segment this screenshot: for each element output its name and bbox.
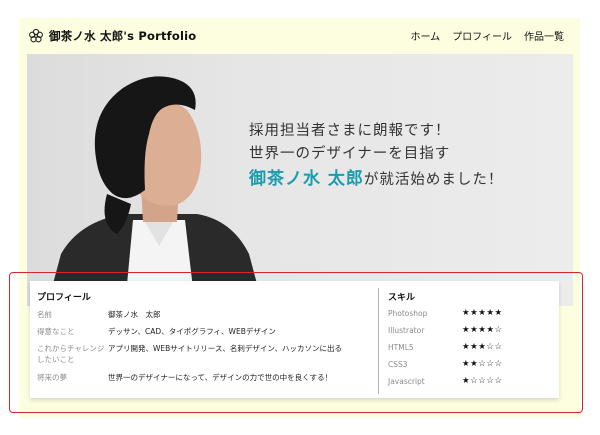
skill-rating-stars: ★★★☆☆ xyxy=(462,342,503,352)
nav-works-link[interactable]: 作品一覧 xyxy=(524,28,564,43)
nav-profile-link[interactable]: プロフィール xyxy=(452,28,512,43)
section-divider xyxy=(378,288,379,394)
hero-banner: 採用担当者さまに朗報です！ 世界一のデザイナーを目指す 御茶ノ水 太郎が就活始め… xyxy=(27,54,573,306)
hero-message: 採用担当者さまに朗報です！ 世界一のデザイナーを目指す 御茶ノ水 太郎が就活始め… xyxy=(249,120,503,193)
skill-name: Photoshop xyxy=(388,309,428,318)
hero-line-1: 採用担当者さまに朗報です！ xyxy=(249,123,451,139)
skill-name: Javascript xyxy=(388,377,425,386)
profile-row-label: 名前 xyxy=(37,310,52,319)
profile-row-value: 御茶ノ水 太郎 xyxy=(108,310,161,319)
main-nav: ホーム プロフィール 作品一覧 xyxy=(410,28,564,43)
profile-row-label: 将来の夢 xyxy=(37,373,67,382)
skill-name: Illustrator xyxy=(388,326,425,335)
skill-rating-stars: ★★★★★ xyxy=(462,308,503,318)
hero-line-2: 世界一のデザイナーを目指す xyxy=(249,146,451,162)
hero-highlight-name: 御茶ノ水 太郎 xyxy=(249,169,364,189)
hero-portrait-photo xyxy=(47,76,263,306)
skill-rating-stars: ★☆☆☆☆ xyxy=(462,376,503,386)
profile-section-title: プロフィール xyxy=(37,293,91,303)
profile-row-value: アプリ開発、WEBサイトリリース、名刺デザイン、ハッカソンに出る xyxy=(108,344,342,353)
skills-section-title: スキル xyxy=(388,293,416,303)
profile-row-label: これからチャレンジしたいこと xyxy=(37,344,105,364)
skill-rating-stars: ★★☆☆☆ xyxy=(462,359,503,369)
profile-row-label: 得意なこと xyxy=(37,327,75,336)
site-header: 御茶ノ水 太郎's Portfolio ホーム プロフィール 作品一覧 xyxy=(19,18,580,54)
flower-icon[interactable] xyxy=(28,28,44,44)
skill-name: CSS3 xyxy=(388,360,408,369)
hero-line-3-suffix: が就活始めました！ xyxy=(363,172,504,188)
profile-skills-card: プロフィール 名前 御茶ノ水 太郎 得意なこと デッサン、CAD、タイポグラフィ… xyxy=(30,281,559,398)
site-title[interactable]: 御茶ノ水 太郎's Portfolio xyxy=(49,28,196,44)
profile-row-value: 世界一のデザイナーになって、デザインの力で世の中を良くする！ xyxy=(108,373,333,382)
skill-rating-stars: ★★★★☆ xyxy=(462,325,503,335)
nav-home-link[interactable]: ホーム xyxy=(410,28,440,43)
skill-name: HTML5 xyxy=(388,343,414,352)
profile-row-value: デッサン、CAD、タイポグラフィ、WEBデザイン xyxy=(108,327,276,336)
hero-line-3: 御茶ノ水 太郎が就活始めました！ xyxy=(249,166,503,193)
